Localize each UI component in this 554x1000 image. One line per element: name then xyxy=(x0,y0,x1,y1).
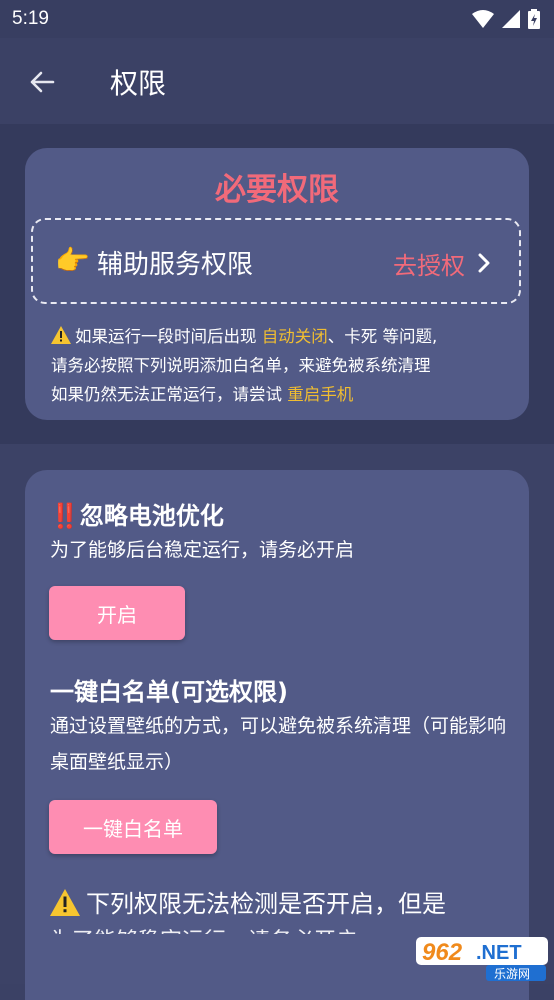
whitelist-button[interactable]: 一键白名单 xyxy=(49,800,217,854)
status-time: 5:19 xyxy=(12,8,49,29)
battery-optimization-desc: 为了能够后台稳定运行，请务必开启 xyxy=(50,539,355,561)
notice-line3-text: 如果仍然无法正常运行，请尝试 xyxy=(51,385,288,404)
notice-line2: 请务必按照下列说明添加白名单，来避免被系统清理 xyxy=(51,356,431,375)
accessibility-permission-row[interactable]: 👉 辅助服务权限 去授权 xyxy=(31,218,521,304)
watermark-logo: 962 .NET 乐游网 xyxy=(414,935,550,981)
arrow-left-icon xyxy=(30,71,55,93)
watermark-number: 962 xyxy=(422,939,463,966)
battery-optimization-title: ‼️忽略电池优化 xyxy=(50,502,224,530)
undetectable-partial-line: 为了能够稳定运行，请务必开启 xyxy=(50,924,510,934)
grant-link[interactable]: 去授权 xyxy=(393,246,465,281)
enable-battery-button[interactable]: 开启 xyxy=(49,586,185,640)
undetectable-title: 下列权限无法检测是否开启，但是 xyxy=(86,890,446,918)
chevron-right-icon xyxy=(478,253,490,273)
signal-icon xyxy=(502,10,520,28)
watermark-962-logo: 962 .NET 乐游网 xyxy=(416,937,548,981)
watermark-suffix: .NET xyxy=(476,942,522,964)
required-permission-title: 必要权限 xyxy=(215,172,339,208)
undetectable-title-row: 下列权限无法检测是否开启，但是 xyxy=(50,884,446,919)
keep-alive-notice: 如果运行一段时间后出现 自动关闭、卡死 等问题, 请务必按照下列说明添加白名单，… xyxy=(51,322,521,409)
required-permission-card: 必要权限 👉 辅助服务权限 去授权 如果运行一段时间后出现 自动关闭、卡死 等问… xyxy=(25,148,529,420)
status-icons xyxy=(472,8,540,30)
page-title: 权限 xyxy=(110,67,167,100)
notice-line1-text: 如果运行一段时间后出现 xyxy=(75,327,262,346)
whitelist-desc: 通过设置壁纸的方式，可以避免被系统清理（可能影响桌面壁纸显示） xyxy=(50,715,507,773)
app-bar: 权限 xyxy=(0,38,554,124)
pointing-hand-icon: 👉 xyxy=(55,244,90,277)
back-button[interactable] xyxy=(22,62,62,102)
notice-highlight-autoclose: 自动关闭 xyxy=(261,327,328,346)
notice-highlight-restart: 重启手机 xyxy=(287,385,354,404)
notice-line1-tail: 、卡死 等问题, xyxy=(327,327,438,346)
battery-icon xyxy=(528,9,540,29)
watermark-sub: 乐游网 xyxy=(494,967,530,981)
whitelist-title: 一键白名单(可选权限) xyxy=(50,678,288,706)
status-bar: 5:19 xyxy=(0,0,554,38)
wifi-icon xyxy=(472,10,494,28)
accessibility-label: 辅助服务权限 xyxy=(97,250,254,280)
warning-icon xyxy=(51,326,71,344)
warning-icon xyxy=(50,889,80,916)
optional-permissions-card: ‼️忽略电池优化 为了能够后台稳定运行，请务必开启 开启 一键白名单(可选权限)… xyxy=(25,470,529,1000)
